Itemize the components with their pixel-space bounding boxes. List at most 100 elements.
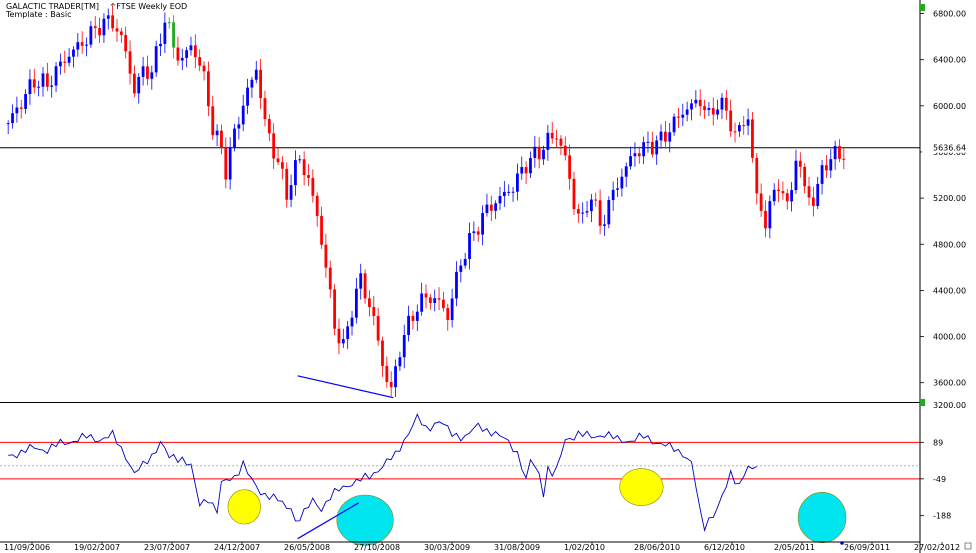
candle-body (228, 147, 232, 180)
candle-body (198, 57, 202, 66)
candle-body (633, 153, 637, 157)
candle-body (607, 200, 611, 225)
candle-body (259, 69, 263, 99)
candle-body (102, 18, 106, 36)
candle-body (24, 93, 27, 109)
x-tick-label: 19/02/2007 (74, 543, 120, 552)
candle-body (224, 148, 228, 180)
yellow-highlight-circle (227, 489, 261, 525)
candle-body (820, 165, 824, 184)
candle-body (755, 157, 759, 194)
candle-body (19, 107, 23, 109)
candle-body (459, 265, 463, 272)
price-tick-label: 6000.00 (933, 102, 966, 111)
panel-divider-handle[interactable] (920, 399, 925, 406)
candle-body (15, 107, 19, 114)
candle-body (594, 199, 598, 201)
candle-body (729, 110, 733, 132)
candle-body (524, 167, 528, 174)
candle-body (646, 141, 650, 143)
candle-body (603, 224, 606, 226)
candle-body (354, 288, 358, 318)
candle-body (163, 22, 167, 44)
candle-body (555, 138, 558, 140)
price-trendline (297, 375, 394, 399)
candle-body (703, 106, 706, 111)
candle-body (359, 273, 363, 289)
price-tick-label: 5200.00 (933, 194, 966, 203)
candle-body (267, 119, 271, 134)
candle-body (311, 177, 315, 196)
candle-body (559, 138, 563, 146)
candle-body (663, 131, 667, 142)
x-tick-label: 27/10/2008 (354, 543, 400, 552)
candle-body (437, 298, 441, 300)
candle-body (629, 156, 632, 167)
candle-body (333, 289, 337, 329)
candle-body (720, 97, 724, 110)
price-tick-label: 4000.00 (933, 333, 966, 342)
candle-body (598, 200, 602, 226)
candle-body (206, 71, 210, 107)
price-tick-label: 4800.00 (933, 240, 966, 249)
axes: 6800.006400.006000.005600.005200.004800.… (0, 0, 974, 553)
yellow-highlight-circle (619, 468, 664, 506)
osc-tick-label: 3200.00 (933, 401, 966, 410)
x-tick-label: 2/05/2011 (774, 543, 815, 552)
candle-body (385, 365, 389, 383)
candle-body (842, 158, 846, 160)
candle-body (6, 123, 10, 125)
candle-body (72, 49, 75, 57)
scroll-right-button[interactable] (964, 542, 972, 550)
price-axis-panel (920, 0, 976, 553)
candle-body (59, 61, 62, 67)
candle-body (285, 168, 289, 200)
candle-body (320, 215, 323, 245)
candle-body (37, 86, 41, 88)
candle-body (106, 15, 110, 19)
candle-body (746, 119, 750, 126)
candle-body (677, 116, 680, 118)
candle-body (724, 97, 728, 111)
price-tick-label: 4400.00 (933, 286, 966, 295)
candle-body (407, 315, 410, 336)
scroll-handle-top[interactable] (920, 4, 925, 11)
x-tick-label: 6/12/2010 (704, 543, 745, 552)
candle-body (520, 167, 524, 174)
candle-body (794, 160, 798, 191)
candle-body (402, 335, 406, 358)
price-tick-label: 6800.00 (933, 10, 966, 19)
candle-body (589, 199, 593, 212)
candle-body (529, 157, 532, 174)
candle-body (764, 210, 767, 229)
candle-body (485, 204, 489, 214)
candle-body (294, 160, 297, 186)
candle-body (668, 132, 672, 142)
candle-body (511, 191, 515, 193)
candle-body (698, 99, 702, 107)
candle-body (550, 132, 554, 139)
candle-body (481, 213, 484, 235)
candle-body (11, 113, 14, 124)
candle-body (838, 146, 841, 159)
candle-body (816, 183, 820, 206)
candle-body (280, 162, 284, 169)
price-tick-label: 6400.00 (933, 56, 966, 65)
candle-body (315, 195, 319, 216)
candle-body (472, 231, 476, 234)
price-panel (0, 4, 920, 397)
candle-body (672, 116, 676, 133)
candle-body (167, 22, 171, 24)
candle-body (655, 140, 659, 155)
time-cursor-marker[interactable] (840, 541, 844, 545)
candle-body (119, 31, 123, 35)
candle-body (85, 44, 88, 46)
candle-body (80, 42, 84, 46)
candle-body (172, 22, 175, 48)
candle-body (128, 51, 132, 74)
candle-body (176, 47, 180, 61)
candle-body (272, 133, 276, 159)
osc-tick-label: -188 (933, 512, 951, 521)
candle-body (568, 155, 572, 179)
candle-body (455, 271, 458, 299)
